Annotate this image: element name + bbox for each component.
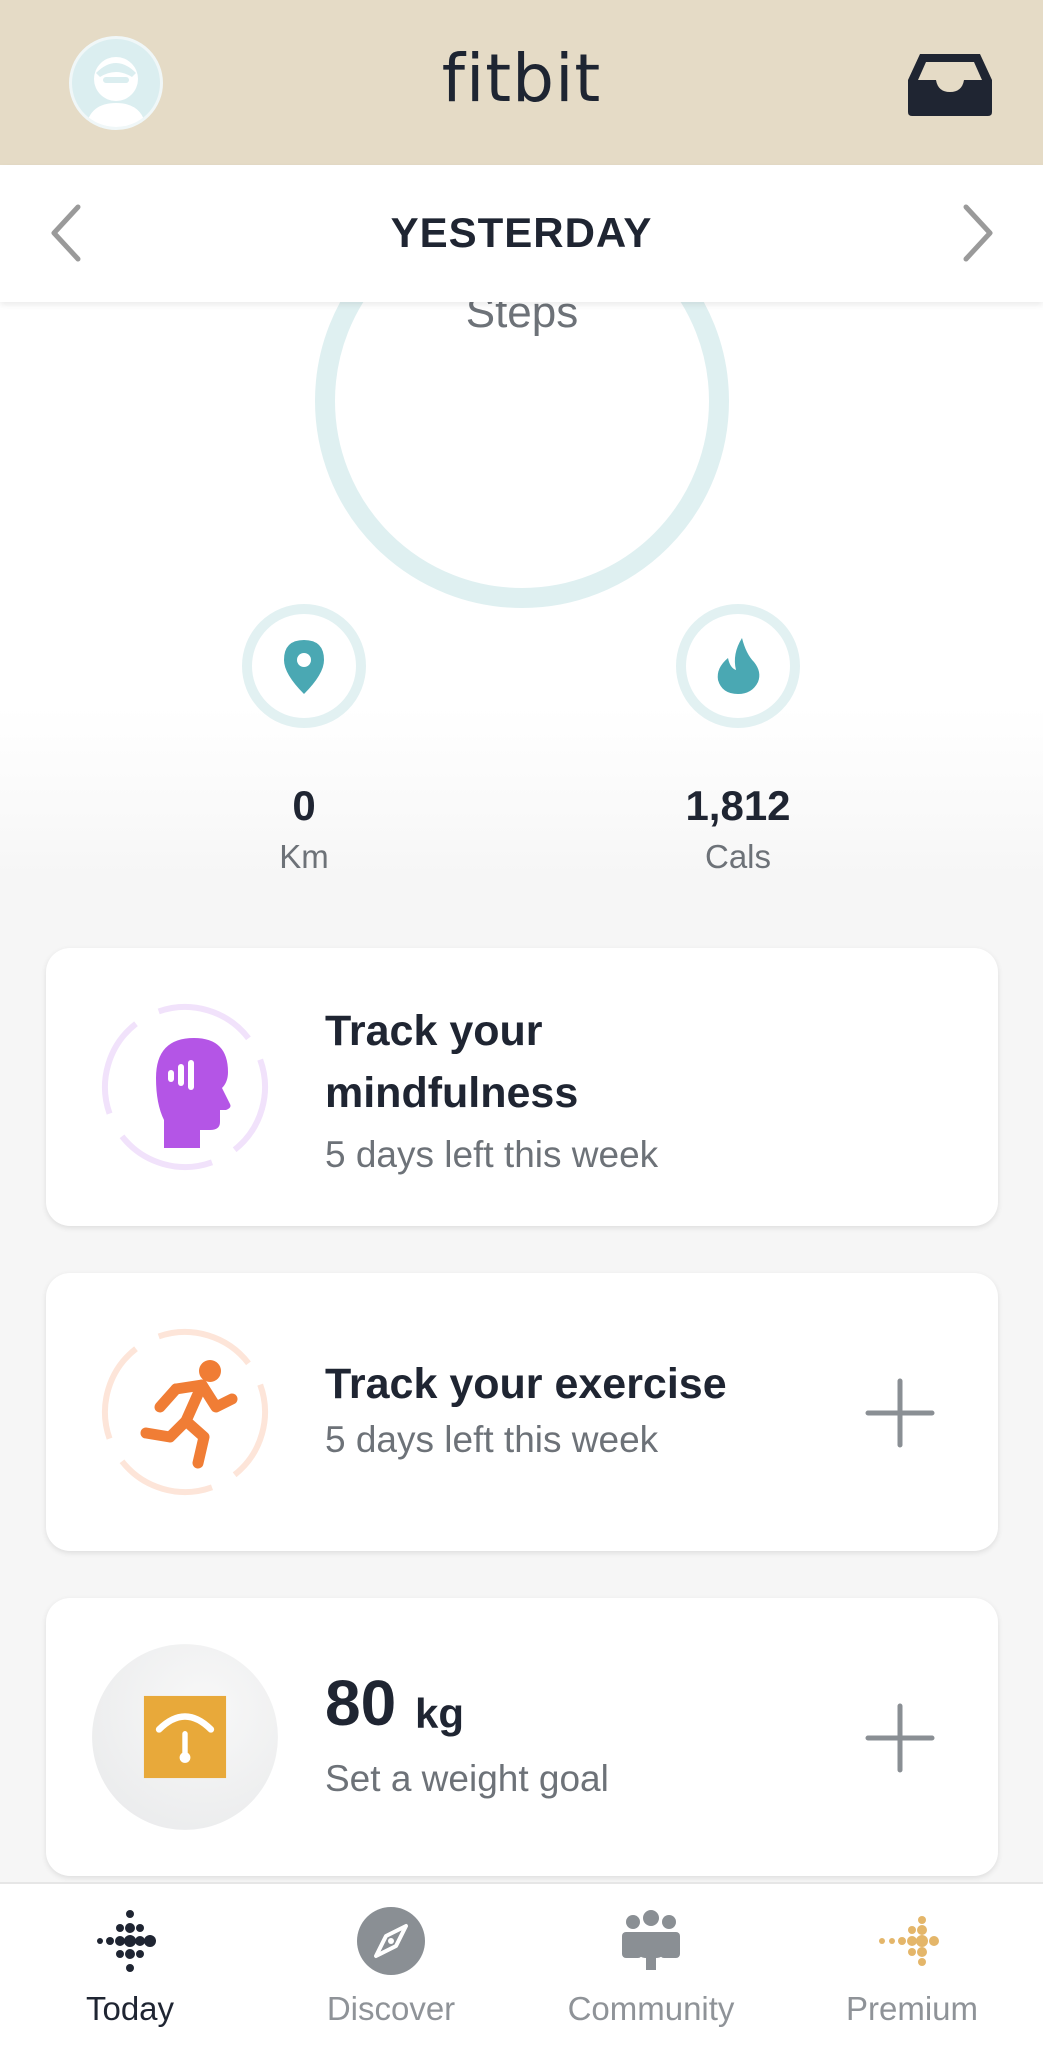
distance-value: 0 [292, 782, 316, 829]
mindfulness-head-icon [102, 1004, 268, 1170]
weight-subtitle: Set a weight goal [325, 1758, 609, 1799]
scale-icon [92, 1644, 278, 1830]
mindfulness-card[interactable]: Track your mindfulness 5 days left this … [46, 948, 998, 1226]
mindfulness-subtitle: 5 days left this week [325, 1134, 659, 1175]
exercise-subtitle: 5 days left this week [325, 1419, 659, 1460]
calories-unit: Cals [704, 838, 772, 875]
date-navigation-bar: YESTERDAY [0, 165, 1043, 302]
location-pin-icon [284, 640, 324, 694]
tab-premium-label: Premium [845, 1990, 979, 2027]
calories-value: 1,812 [685, 782, 791, 829]
community-icon [622, 1910, 680, 1970]
chevron-right-icon[interactable] [944, 203, 1004, 263]
compass-icon [357, 1907, 425, 1975]
mindfulness-title-line1: Track your [325, 1007, 543, 1055]
weight-unit: kg [415, 1690, 465, 1737]
weight-value: 80 [325, 1667, 397, 1739]
fitbit-dots-icon [97, 1910, 156, 1972]
distance-unit: Km [279, 838, 329, 875]
inbox-icon[interactable] [906, 50, 994, 118]
premium-dots-icon [879, 1916, 939, 1966]
app-header: fitbit [0, 0, 1043, 165]
tab-discover-label: Discover [326, 1990, 456, 2027]
tab-discover[interactable]: Discover [261, 1884, 521, 2048]
activity-stats: 0 Steps 0 Km 1,812 Cals [0, 302, 1043, 880]
tab-community[interactable]: Community [521, 1884, 781, 2048]
add-weight-button[interactable] [864, 1702, 936, 1774]
distance-stat-button[interactable] [242, 604, 366, 728]
bottom-navigation: Today Discover Community Premium [0, 1882, 1043, 2048]
exercise-title: Track your exercise [325, 1360, 727, 1408]
tab-premium[interactable]: Premium [782, 1884, 1042, 2048]
tab-today-label: Today [85, 1990, 175, 2027]
add-exercise-button[interactable] [864, 1377, 936, 1449]
steps-ring[interactable]: 0 Steps [315, 302, 729, 608]
steps-label: Steps [465, 302, 579, 337]
calories-stat-button[interactable] [676, 604, 800, 728]
flame-icon [717, 638, 760, 694]
tab-today[interactable]: Today [0, 1884, 260, 2048]
running-person-icon [102, 1329, 268, 1495]
exercise-card[interactable]: Track your exercise 5 days left this wee… [46, 1273, 998, 1551]
tab-community-label: Community [567, 1990, 735, 2027]
mindfulness-title-line2: mindfulness [325, 1069, 579, 1117]
app-title: fitbit [441, 40, 602, 117]
weight-card[interactable]: 80 kg Set a weight goal [46, 1598, 998, 1876]
date-label: YESTERDAY [390, 209, 653, 256]
